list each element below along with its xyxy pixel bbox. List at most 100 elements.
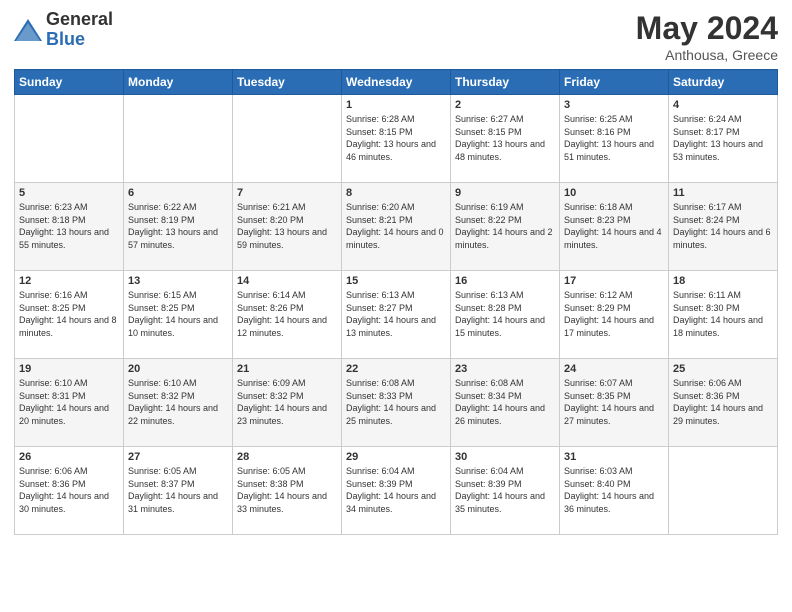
week-row-2: 12 Sunrise: 6:16 AM Sunset: 8:25 PM Dayli… (15, 271, 778, 359)
day-info-24: Sunrise: 6:07 AM Sunset: 8:35 PM Dayligh… (564, 377, 664, 427)
calendar-cell-2-4: 16 Sunrise: 6:13 AM Sunset: 8:28 PM Dayli… (451, 271, 560, 359)
calendar-cell-1-0: 5 Sunrise: 6:23 AM Sunset: 8:18 PM Daylig… (15, 183, 124, 271)
day-info-18: Sunrise: 6:11 AM Sunset: 8:30 PM Dayligh… (673, 289, 773, 339)
day-info-10: Sunrise: 6:18 AM Sunset: 8:23 PM Dayligh… (564, 201, 664, 251)
day-info-7: Sunrise: 6:21 AM Sunset: 8:20 PM Dayligh… (237, 201, 337, 251)
day-number-26: 26 (19, 451, 119, 463)
day-number-20: 20 (128, 363, 228, 375)
calendar-cell-2-3: 15 Sunrise: 6:13 AM Sunset: 8:27 PM Dayli… (342, 271, 451, 359)
calendar-cell-1-5: 10 Sunrise: 6:18 AM Sunset: 8:23 PM Dayli… (560, 183, 669, 271)
day-number-22: 22 (346, 363, 446, 375)
calendar-cell-2-5: 17 Sunrise: 6:12 AM Sunset: 8:29 PM Dayli… (560, 271, 669, 359)
day-number-6: 6 (128, 187, 228, 199)
col-saturday: Saturday (669, 70, 778, 95)
calendar-cell-1-1: 6Sunrise: 6:22 AM Sunset: 8:19 PM Daylig… (124, 183, 233, 271)
day-info-25: Sunrise: 6:06 AM Sunset: 8:36 PM Dayligh… (673, 377, 773, 427)
day-number-15: 15 (346, 275, 446, 287)
day-info-21: Sunrise: 6:09 AM Sunset: 8:32 PM Dayligh… (237, 377, 337, 427)
day-info-5: Sunrise: 6:23 AM Sunset: 8:18 PM Dayligh… (19, 201, 119, 251)
title-month: May 2024 (636, 10, 778, 47)
day-number-1: 1 (346, 99, 446, 111)
calendar-cell-3-3: 22 Sunrise: 6:08 AM Sunset: 8:33 PM Dayli… (342, 359, 451, 447)
day-number-14: 14 (237, 275, 337, 287)
day-info-16: Sunrise: 6:13 AM Sunset: 8:28 PM Dayligh… (455, 289, 555, 339)
col-sunday: Sunday (15, 70, 124, 95)
col-monday: Monday (124, 70, 233, 95)
day-number-4: 4 (673, 99, 773, 111)
calendar-cell-3-5: 24 Sunrise: 6:07 AM Sunset: 8:35 PM Dayli… (560, 359, 669, 447)
calendar-cell-2-2: 14 Sunrise: 6:14 AM Sunset: 8:26 PM Dayli… (233, 271, 342, 359)
day-number-10: 10 (564, 187, 664, 199)
day-number-17: 17 (564, 275, 664, 287)
day-info-3: Sunrise: 6:25 AM Sunset: 8:16 PM Dayligh… (564, 113, 664, 163)
day-info-15: Sunrise: 6:13 AM Sunset: 8:27 PM Dayligh… (346, 289, 446, 339)
day-info-12: Sunrise: 6:16 AM Sunset: 8:25 PM Dayligh… (19, 289, 119, 339)
day-info-9: Sunrise: 6:19 AM Sunset: 8:22 PM Dayligh… (455, 201, 555, 251)
day-number-5: 5 (19, 187, 119, 199)
calendar-cell-4-0: 26 Sunrise: 6:06 AM Sunset: 8:36 PM Dayli… (15, 447, 124, 535)
day-info-31: Sunrise: 6:03 AM Sunset: 8:40 PM Dayligh… (564, 465, 664, 515)
logo: General Blue (14, 10, 113, 50)
logo-icon (14, 19, 42, 41)
day-number-31: 31 (564, 451, 664, 463)
calendar-cell-0-5: 3 Sunrise: 6:25 AM Sunset: 8:16 PM Daylig… (560, 95, 669, 183)
calendar-cell-3-1: 20 Sunrise: 6:10 AM Sunset: 8:32 PM Dayli… (124, 359, 233, 447)
day-info-20: Sunrise: 6:10 AM Sunset: 8:32 PM Dayligh… (128, 377, 228, 427)
day-info-27: Sunrise: 6:05 AM Sunset: 8:37 PM Dayligh… (128, 465, 228, 515)
calendar-cell-3-4: 23Sunrise: 6:08 AM Sunset: 8:34 PM Dayli… (451, 359, 560, 447)
day-number-25: 25 (673, 363, 773, 375)
calendar-cell-0-2 (233, 95, 342, 183)
day-number-3: 3 (564, 99, 664, 111)
col-friday: Friday (560, 70, 669, 95)
day-info-26: Sunrise: 6:06 AM Sunset: 8:36 PM Dayligh… (19, 465, 119, 515)
day-number-24: 24 (564, 363, 664, 375)
calendar-cell-0-4: 2 Sunrise: 6:27 AM Sunset: 8:15 PM Daylig… (451, 95, 560, 183)
calendar-cell-1-2: 7 Sunrise: 6:21 AM Sunset: 8:20 PM Daylig… (233, 183, 342, 271)
calendar-cell-4-5: 31 Sunrise: 6:03 AM Sunset: 8:40 PM Dayli… (560, 447, 669, 535)
calendar-cell-3-0: 19Sunrise: 6:10 AM Sunset: 8:31 PM Dayli… (15, 359, 124, 447)
day-info-22: Sunrise: 6:08 AM Sunset: 8:33 PM Dayligh… (346, 377, 446, 427)
logo-general-text: General (46, 10, 113, 30)
day-number-18: 18 (673, 275, 773, 287)
day-info-2: Sunrise: 6:27 AM Sunset: 8:15 PM Dayligh… (455, 113, 555, 163)
day-number-7: 7 (237, 187, 337, 199)
day-number-27: 27 (128, 451, 228, 463)
calendar-cell-1-4: 9 Sunrise: 6:19 AM Sunset: 8:22 PM Daylig… (451, 183, 560, 271)
day-info-13: Sunrise: 6:15 AM Sunset: 8:25 PM Dayligh… (128, 289, 228, 339)
day-info-14: Sunrise: 6:14 AM Sunset: 8:26 PM Dayligh… (237, 289, 337, 339)
day-number-29: 29 (346, 451, 446, 463)
day-info-1: Sunrise: 6:28 AM Sunset: 8:15 PM Dayligh… (346, 113, 446, 163)
calendar-cell-1-3: 8Sunrise: 6:20 AM Sunset: 8:21 PM Daylig… (342, 183, 451, 271)
day-number-16: 16 (455, 275, 555, 287)
week-row-0: 1 Sunrise: 6:28 AM Sunset: 8:15 PM Daylig… (15, 95, 778, 183)
day-info-17: Sunrise: 6:12 AM Sunset: 8:29 PM Dayligh… (564, 289, 664, 339)
day-number-13: 13 (128, 275, 228, 287)
calendar-cell-4-6 (669, 447, 778, 535)
day-info-28: Sunrise: 6:05 AM Sunset: 8:38 PM Dayligh… (237, 465, 337, 515)
calendar-cell-2-0: 12 Sunrise: 6:16 AM Sunset: 8:25 PM Dayli… (15, 271, 124, 359)
day-number-2: 2 (455, 99, 555, 111)
day-number-12: 12 (19, 275, 119, 287)
day-info-19: Sunrise: 6:10 AM Sunset: 8:31 PM Dayligh… (19, 377, 119, 427)
day-number-9: 9 (455, 187, 555, 199)
calendar-cell-0-3: 1 Sunrise: 6:28 AM Sunset: 8:15 PM Daylig… (342, 95, 451, 183)
col-wednesday: Wednesday (342, 70, 451, 95)
calendar-table: Sunday Monday Tuesday Wednesday Thursday… (14, 69, 778, 535)
day-number-21: 21 (237, 363, 337, 375)
calendar-cell-4-1: 27 Sunrise: 6:05 AM Sunset: 8:37 PM Dayli… (124, 447, 233, 535)
day-number-30: 30 (455, 451, 555, 463)
calendar-header-row: Sunday Monday Tuesday Wednesday Thursday… (15, 70, 778, 95)
calendar-cell-0-1 (124, 95, 233, 183)
title-block: May 2024 Anthousa, Greece (636, 10, 778, 63)
calendar-cell-2-1: 13 Sunrise: 6:15 AM Sunset: 8:25 PM Dayli… (124, 271, 233, 359)
calendar-cell-2-6: 18 Sunrise: 6:11 AM Sunset: 8:30 PM Dayli… (669, 271, 778, 359)
day-number-23: 23 (455, 363, 555, 375)
col-thursday: Thursday (451, 70, 560, 95)
day-info-30: Sunrise: 6:04 AM Sunset: 8:39 PM Dayligh… (455, 465, 555, 515)
logo-text: General Blue (46, 10, 113, 50)
calendar-cell-3-2: 21 Sunrise: 6:09 AM Sunset: 8:32 PM Dayli… (233, 359, 342, 447)
calendar-cell-0-0 (15, 95, 124, 183)
title-location: Anthousa, Greece (636, 47, 778, 63)
week-row-3: 19Sunrise: 6:10 AM Sunset: 8:31 PM Dayli… (15, 359, 778, 447)
calendar-cell-1-6: 11Sunrise: 6:17 AM Sunset: 8:24 PM Dayli… (669, 183, 778, 271)
